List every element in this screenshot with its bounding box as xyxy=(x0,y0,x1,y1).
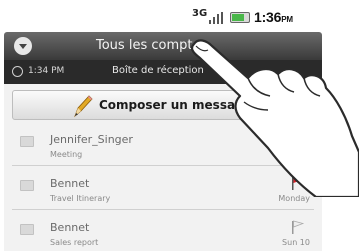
folder-name[interactable]: Boîte de réception xyxy=(112,65,204,76)
message-row[interactable]: Bennet Sales report Sun 10 xyxy=(12,212,314,251)
message-row[interactable]: Jennifer_Singer Meeting M xyxy=(12,124,314,166)
account-selector-bar[interactable]: Tous les compt xyxy=(4,32,322,60)
network-indicator: 3G xyxy=(192,8,208,19)
battery-icon xyxy=(230,12,250,23)
message-date: Monday xyxy=(278,194,310,203)
status-time: 1:36PM xyxy=(254,9,293,25)
folder-bar: 1:34 PM Boîte de réception xyxy=(4,60,322,84)
message-sender: Bennet xyxy=(50,177,90,190)
message-sender: Bennet xyxy=(50,221,90,234)
flag-outline-icon[interactable] xyxy=(290,220,304,234)
envelope-icon xyxy=(20,224,34,235)
envelope-icon xyxy=(20,136,34,147)
compose-label: Composer un messa xyxy=(99,98,236,112)
flag-icon[interactable] xyxy=(290,176,304,190)
message-row[interactable]: Bennet Travel Itinerary Monday xyxy=(12,168,314,210)
account-title[interactable]: Tous les compt xyxy=(96,38,192,53)
message-date: M xyxy=(303,150,310,159)
message-date: Sun 10 xyxy=(282,238,310,247)
clock-icon xyxy=(12,66,23,77)
compose-button[interactable]: Composer un messa xyxy=(12,90,314,120)
message-subject: Meeting xyxy=(50,150,83,159)
last-sync-time: 1:34 PM xyxy=(28,66,65,76)
envelope-icon xyxy=(20,180,34,191)
message-subject: Sales report xyxy=(50,238,99,247)
message-sender: Jennifer_Singer xyxy=(50,133,133,146)
message-subject: Travel Itinerary xyxy=(50,194,111,203)
message-list: Composer un messa Jennifer_Singer Meetin… xyxy=(4,84,322,251)
chevron-down-icon[interactable] xyxy=(14,37,32,55)
status-bar: 3G 1:36PM xyxy=(4,4,322,30)
pencil-icon xyxy=(74,95,93,118)
signal-icon xyxy=(209,12,223,24)
